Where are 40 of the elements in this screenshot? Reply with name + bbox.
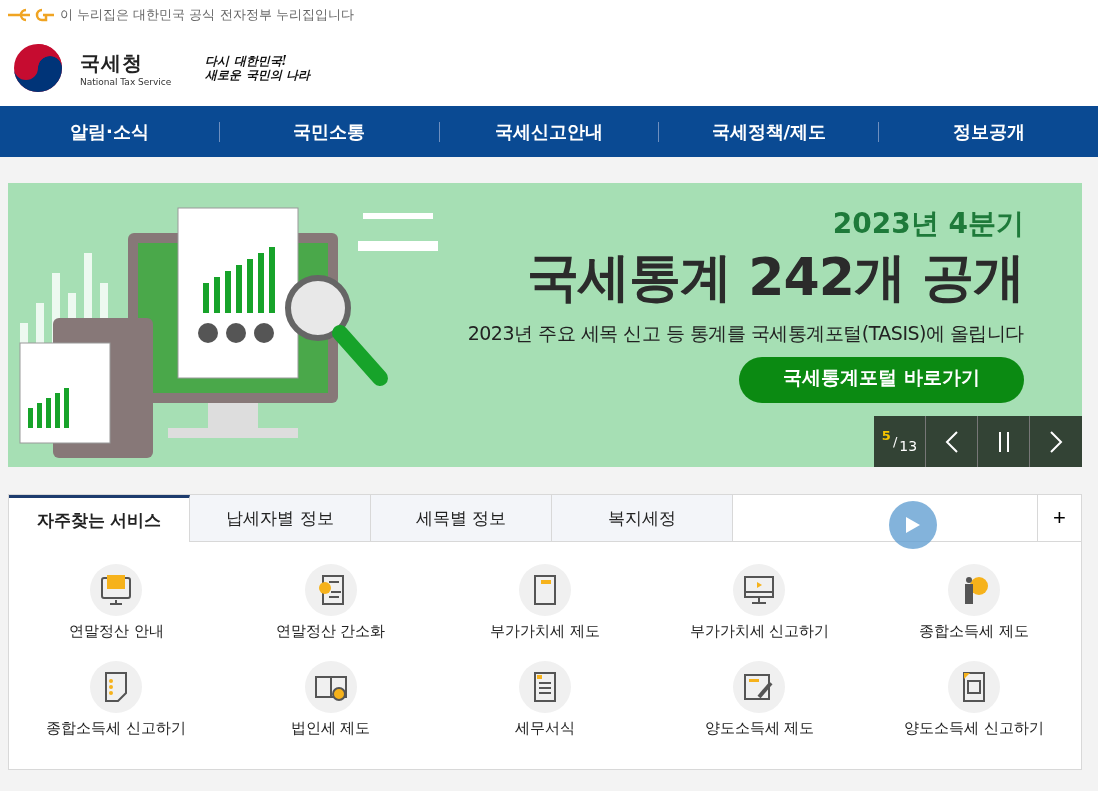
service-tab[interactable]: 자주찾는 서비스 — [9, 495, 190, 542]
pause-button[interactable] — [978, 416, 1030, 467]
service-tab[interactable]: 세목별 정보 — [371, 495, 552, 541]
egov-logo-icon — [8, 8, 54, 22]
slogan-line: 다시 대한민국! — [205, 53, 288, 68]
previous-slide-button[interactable] — [926, 416, 978, 467]
service-tab[interactable]: 납세자별 정보 — [190, 495, 371, 541]
play-icon — [905, 516, 921, 534]
total-slide-number: 13 — [899, 437, 918, 454]
slide-separator: / — [892, 434, 898, 449]
nav-menu-item[interactable]: 알림·소식 — [0, 119, 219, 144]
nav-menu-item[interactable]: 정보공개 — [879, 119, 1098, 144]
service-link[interactable]: 종합소득세 신고하기 — [9, 661, 224, 738]
current-slide-number: 5 — [881, 428, 891, 443]
service-tab[interactable]: 복지세정 — [552, 495, 733, 541]
banner-subtitle: 2023년 4분기 — [832, 206, 1024, 242]
service-link[interactable]: 연말정산 간소화 — [223, 564, 438, 641]
portal-link-button[interactable]: 국세통계포털 바로가기 — [739, 357, 1024, 403]
service-link[interactable]: 법인세 제도 — [223, 661, 438, 738]
government-emblem-icon[interactable] — [12, 42, 64, 94]
nav-menu-item[interactable]: 국세신고안내 — [439, 119, 659, 144]
pause-icon — [996, 431, 1011, 452]
next-slide-button[interactable] — [1030, 416, 1082, 467]
service-link[interactable]: 양도소득세 제도 — [652, 661, 867, 738]
service-link[interactable]: 양도소득세 신고하기 — [866, 661, 1081, 738]
nav-menu-item[interactable]: 국민소통 — [219, 119, 439, 144]
banner-description: 2023년 주요 세목 신고 등 통계를 국세통계포털(TASIS)에 올립니다 — [467, 321, 1024, 346]
banner-headline: 국세통계 242개 공개 — [527, 246, 1024, 309]
service-link[interactable]: 부가가치세 신고하기 — [652, 564, 867, 641]
logo-subtitle: National Tax Service — [80, 76, 172, 87]
chevron-left-icon — [944, 429, 959, 454]
nav-menu-item[interactable]: 국세정책/제도 — [659, 119, 879, 144]
service-link[interactable]: 종합소득세 제도 — [866, 564, 1081, 641]
service-link[interactable]: 연말정산 안내 — [9, 564, 224, 641]
service-link[interactable]: 부가가치세 제도 — [437, 564, 653, 641]
chevron-right-icon — [1049, 429, 1063, 454]
service-link[interactable]: 세무서식 — [437, 661, 653, 738]
egov-notice-text: 이 누리집은 대한민국 공식 전자정부 누리집입니다 — [60, 6, 354, 24]
slogan-line: 새로운 국민의 나라 — [205, 68, 310, 83]
logo-title[interactable]: 국세청 — [80, 49, 172, 77]
